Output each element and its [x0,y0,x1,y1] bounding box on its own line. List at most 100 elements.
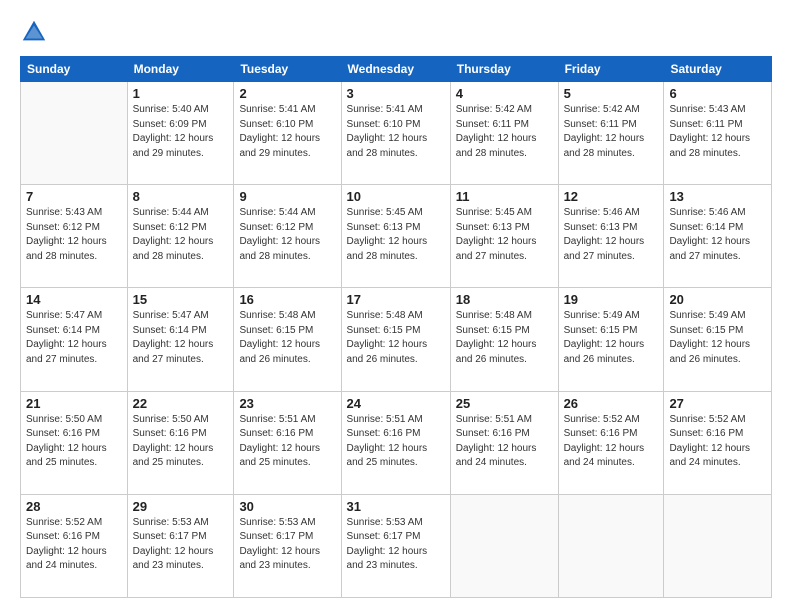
calendar-cell: 13 Sunrise: 5:46 AM Sunset: 6:14 PM Dayli… [664,185,772,288]
day-number: 22 [133,396,229,411]
calendar-cell: 26 Sunrise: 5:52 AM Sunset: 6:16 PM Dayli… [558,391,664,494]
day-info: Sunrise: 5:41 AM Sunset: 6:10 PM Dayligh… [347,103,445,161]
weekday-header-sunday: Sunday [21,57,128,82]
calendar-cell: 27 Sunrise: 5:52 AM Sunset: 6:16 PM Dayli… [664,391,772,494]
calendar-cell: 25 Sunrise: 5:51 AM Sunset: 6:16 PM Dayli… [450,391,558,494]
day-info: Sunrise: 5:43 AM Sunset: 6:11 PM Dayligh… [669,103,766,161]
calendar-week-row: 1 Sunrise: 5:40 AM Sunset: 6:09 PM Daylig… [21,82,772,185]
day-number: 15 [133,292,229,307]
calendar-cell: 9 Sunrise: 5:44 AM Sunset: 6:12 PM Daylig… [234,185,341,288]
calendar-cell: 18Sunrise: 5:48 AM Sunset: 6:15 PM Dayli… [450,288,558,391]
day-number: 3 [347,86,445,101]
day-info: Sunrise: 5:47 AM Sunset: 6:14 PM Dayligh… [133,309,229,367]
calendar-cell: 30 Sunrise: 5:53 AM Sunset: 6:17 PM Dayli… [234,494,341,597]
logo [20,18,52,46]
day-number: 7 [26,189,122,204]
calendar-cell: 11 Sunrise: 5:45 AM Sunset: 6:13 PM Dayli… [450,185,558,288]
calendar-header-row: SundayMondayTuesdayWednesdayThursdayFrid… [21,57,772,82]
day-info: Sunrise: 5:48 AM Sunset: 6:15 PM Dayligh… [239,309,335,367]
day-number: 25 [456,396,553,411]
day-info: Sunrise: 5:52 AM Sunset: 6:16 PM Dayligh… [26,516,122,574]
day-info: Sunrise: 5:44 AM Sunset: 6:12 PM Dayligh… [133,206,229,264]
calendar-cell: 31 Sunrise: 5:53 AM Sunset: 6:17 PM Dayli… [341,494,450,597]
day-info: Sunrise: 5:51 AM Sunset: 6:16 PM Dayligh… [239,413,335,471]
day-info: Sunrise: 5:44 AM Sunset: 6:12 PM Dayligh… [239,206,335,264]
day-number: 18 [456,292,553,307]
day-number: 6 [669,86,766,101]
day-number: 27 [669,396,766,411]
day-number: 20 [669,292,766,307]
day-info: Sunrise: 5:53 AM Sunset: 6:17 PM Dayligh… [347,516,445,574]
calendar-cell [21,82,128,185]
weekday-header-tuesday: Tuesday [234,57,341,82]
calendar-cell: 12Sunrise: 5:46 AM Sunset: 6:13 PM Dayli… [558,185,664,288]
day-number: 21 [26,396,122,411]
day-info: Sunrise: 5:45 AM Sunset: 6:13 PM Dayligh… [347,206,445,264]
calendar-cell: 16 Sunrise: 5:48 AM Sunset: 6:15 PM Dayli… [234,288,341,391]
day-number: 5 [564,86,659,101]
day-info: Sunrise: 5:50 AM Sunset: 6:16 PM Dayligh… [133,413,229,471]
day-info: Sunrise: 5:53 AM Sunset: 6:17 PM Dayligh… [239,516,335,574]
calendar-cell: 21 Sunrise: 5:50 AM Sunset: 6:16 PM Dayli… [21,391,128,494]
day-info: Sunrise: 5:46 AM Sunset: 6:14 PM Dayligh… [669,206,766,264]
day-info: Sunrise: 5:42 AM Sunset: 6:11 PM Dayligh… [564,103,659,161]
calendar-cell: 3 Sunrise: 5:41 AM Sunset: 6:10 PM Daylig… [341,82,450,185]
day-number: 28 [26,499,122,514]
calendar-table: SundayMondayTuesdayWednesdayThursdayFrid… [20,56,772,598]
calendar-cell: 2Sunrise: 5:41 AM Sunset: 6:10 PM Daylig… [234,82,341,185]
day-info: Sunrise: 5:49 AM Sunset: 6:15 PM Dayligh… [669,309,766,367]
day-info: Sunrise: 5:51 AM Sunset: 6:16 PM Dayligh… [456,413,553,471]
day-number: 10 [347,189,445,204]
calendar-cell: 6 Sunrise: 5:43 AM Sunset: 6:11 PM Daylig… [664,82,772,185]
day-info: Sunrise: 5:50 AM Sunset: 6:16 PM Dayligh… [26,413,122,471]
weekday-header-thursday: Thursday [450,57,558,82]
day-number: 13 [669,189,766,204]
calendar-cell: 20 Sunrise: 5:49 AM Sunset: 6:15 PM Dayli… [664,288,772,391]
calendar-cell: 7Sunrise: 5:43 AM Sunset: 6:12 PM Daylig… [21,185,128,288]
day-number: 16 [239,292,335,307]
calendar-cell: 22 Sunrise: 5:50 AM Sunset: 6:16 PM Dayli… [127,391,234,494]
calendar-cell: 14Sunrise: 5:47 AM Sunset: 6:14 PM Dayli… [21,288,128,391]
weekday-header-monday: Monday [127,57,234,82]
calendar-cell: 17 Sunrise: 5:48 AM Sunset: 6:15 PM Dayli… [341,288,450,391]
calendar-week-row: 21 Sunrise: 5:50 AM Sunset: 6:16 PM Dayli… [21,391,772,494]
day-number: 9 [239,189,335,204]
day-number: 26 [564,396,659,411]
day-info: Sunrise: 5:41 AM Sunset: 6:10 PM Dayligh… [239,103,335,161]
day-number: 12 [564,189,659,204]
calendar-cell: 10 Sunrise: 5:45 AM Sunset: 6:13 PM Dayli… [341,185,450,288]
day-number: 24 [347,396,445,411]
day-info: Sunrise: 5:48 AM Sunset: 6:15 PM Dayligh… [347,309,445,367]
logo-icon [20,18,48,46]
day-number: 30 [239,499,335,514]
day-number: 31 [347,499,445,514]
day-number: 14 [26,292,122,307]
calendar-cell [558,494,664,597]
calendar-cell: 1 Sunrise: 5:40 AM Sunset: 6:09 PM Daylig… [127,82,234,185]
calendar-cell: 23Sunrise: 5:51 AM Sunset: 6:16 PM Dayli… [234,391,341,494]
weekday-header-saturday: Saturday [664,57,772,82]
weekday-header-wednesday: Wednesday [341,57,450,82]
day-info: Sunrise: 5:52 AM Sunset: 6:16 PM Dayligh… [669,413,766,471]
calendar-cell: 4 Sunrise: 5:42 AM Sunset: 6:11 PM Daylig… [450,82,558,185]
day-info: Sunrise: 5:45 AM Sunset: 6:13 PM Dayligh… [456,206,553,264]
calendar-cell: 15 Sunrise: 5:47 AM Sunset: 6:14 PM Dayli… [127,288,234,391]
day-number: 1 [133,86,229,101]
calendar-cell: 28 Sunrise: 5:52 AM Sunset: 6:16 PM Dayli… [21,494,128,597]
header [20,18,772,46]
calendar-cell [450,494,558,597]
day-info: Sunrise: 5:49 AM Sunset: 6:15 PM Dayligh… [564,309,659,367]
calendar-week-row: 28 Sunrise: 5:52 AM Sunset: 6:16 PM Dayli… [21,494,772,597]
day-info: Sunrise: 5:42 AM Sunset: 6:11 PM Dayligh… [456,103,553,161]
day-number: 8 [133,189,229,204]
day-info: Sunrise: 5:40 AM Sunset: 6:09 PM Dayligh… [133,103,229,161]
day-info: Sunrise: 5:53 AM Sunset: 6:17 PM Dayligh… [133,516,229,574]
day-info: Sunrise: 5:52 AM Sunset: 6:16 PM Dayligh… [564,413,659,471]
day-number: 29 [133,499,229,514]
page: SundayMondayTuesdayWednesdayThursdayFrid… [0,0,792,612]
day-number: 4 [456,86,553,101]
weekday-header-friday: Friday [558,57,664,82]
calendar-cell: 19Sunrise: 5:49 AM Sunset: 6:15 PM Dayli… [558,288,664,391]
day-number: 17 [347,292,445,307]
day-number: 11 [456,189,553,204]
